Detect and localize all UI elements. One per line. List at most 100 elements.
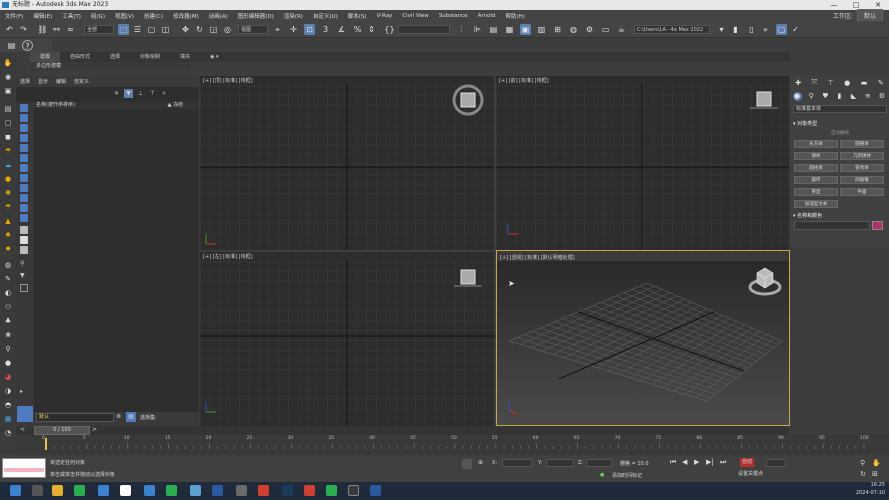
menu-edit[interactable]: 编辑(E) [28,12,57,20]
menu-rendering[interactable]: 渲染(R) [279,12,308,20]
menu-animation[interactable]: 动画(A) [204,12,233,20]
modify-tab-icon[interactable]: ⤧ [812,78,818,87]
app-ps-icon[interactable] [282,485,293,496]
menu-substance[interactable]: Substance [434,13,473,19]
walk-icon[interactable]: ⚲ [3,344,13,354]
overflow-icon[interactable]: » [760,24,771,35]
app-pdf-icon[interactable] [304,485,315,496]
ref-coord-dropdown[interactable]: 视图 [238,25,268,34]
spinner-snap-icon[interactable]: ⇕ [366,24,377,35]
gear-orange-icon[interactable]: ✺ [3,188,13,198]
layer-explorer-icon[interactable]: ▤ [488,24,499,35]
named-selection-dropdown[interactable] [398,25,450,34]
time-tag-icon[interactable]: ● [600,472,604,478]
menu-vray[interactable]: V-Ray [372,13,398,19]
isolate-icon[interactable] [462,459,472,469]
pan-icon[interactable]: ✋ [872,459,881,467]
box-button[interactable]: 长方体 [794,140,838,148]
prev-key-icon[interactable]: ◀ [682,458,687,466]
start-icon[interactable] [10,485,21,496]
scene-column-header[interactable]: 名称(按升序排序) ▲ 冻结 [34,102,199,109]
tab-freeform[interactable]: 自由形式 [60,52,100,62]
clock-date[interactable]: 2024-07-10 [856,490,885,496]
viewport-top[interactable]: [+] [顶] [标准] [线框] [200,76,494,250]
autogrid-checkbox[interactable]: 自动栅格 [793,130,887,136]
app-blue-icon[interactable] [144,485,155,496]
tube-button[interactable]: 管状体 [840,164,884,172]
viewport-left[interactable]: [+] [左] [标准] [线框] [200,252,494,426]
ribbon-options-icon[interactable]: ◉ ▾ [200,52,228,62]
maximize-viewport-icon[interactable]: ⊞ [872,470,878,478]
camera-icon[interactable]: ▣ [3,86,13,96]
expand-arrow-icon[interactable]: ▸ [20,388,23,395]
pivot-icon[interactable]: ⌖ [272,24,283,35]
current-frame-marker[interactable] [45,438,47,450]
selection-filter-dropdown[interactable]: 全部 [84,25,114,34]
lock-selection-icon[interactable]: ⊕ [478,459,483,466]
select-by-name-icon[interactable]: ☰ [132,24,143,35]
menu-arnold[interactable]: Arnold [473,13,501,19]
keyboard-shortcut-icon[interactable]: ⊡ [304,24,315,35]
sign-in-icon[interactable]: ▢ [776,24,787,35]
bind-spacewarp-icon[interactable]: ≈ [65,24,76,35]
plane-button[interactable]: 平面 [840,188,884,196]
filter-helpers-icon[interactable] [20,144,28,152]
check-icon[interactable]: ✓ [790,24,801,35]
light-icon[interactable]: ☂ [3,146,13,156]
filter-hidden-icon[interactable] [20,214,28,222]
viewport-front[interactable]: [+] [前] [标准] [线框] [496,76,789,250]
region-select-icon[interactable]: ▢ [146,24,157,35]
menu-civil-view[interactable]: Civil View [397,13,433,19]
filter-spacewarps-icon[interactable] [20,154,28,162]
grid-blue-icon[interactable]: ▦ [3,414,13,424]
globe-icon[interactable]: ◍ [3,260,13,270]
cloud-icon[interactable]: ☁ [3,160,13,170]
filter-shapes-icon[interactable] [20,114,28,122]
cube-icon[interactable]: ◼ [3,132,13,142]
tab-modeling[interactable]: 建模 [30,52,61,62]
browser-icon[interactable] [98,485,109,496]
explorer-folder-icon[interactable]: ▮ [730,24,741,35]
primitive-type-dropdown[interactable]: 标准基本体 [793,105,887,113]
filter-geometry-icon[interactable] [20,104,28,112]
layer-dropdown[interactable]: 默认 [36,413,114,422]
frame-slider[interactable]: 0 / 100 < > [16,426,789,435]
viewcube-persp[interactable] [747,265,783,297]
funnel-icon[interactable]: ⚲ [20,260,28,268]
filter-containers-icon[interactable] [20,194,28,202]
mirror-icon[interactable]: ⫶ [456,24,467,35]
shell-icon[interactable]: ◐ [3,288,13,298]
render-production-icon[interactable]: ☕ [616,24,627,35]
teapot-button[interactable]: 茶壶 [794,188,838,196]
window-crossing-icon[interactable]: ◫ [160,24,171,35]
tree-icon[interactable]: ♣ [3,316,13,326]
helpers-icon[interactable]: ◣ [849,92,858,101]
object-color-swatch[interactable] [872,221,883,230]
percent-snap-icon[interactable]: % [352,24,363,35]
menu-tools[interactable]: 工具(T) [57,12,86,20]
col-name[interactable]: 名称(按升序排序) [36,102,75,108]
scale-icon[interactable]: ◲ [208,24,219,35]
prev-frame-icon[interactable]: < [20,426,25,433]
viewcube-top[interactable] [452,84,484,116]
orbit-icon[interactable]: ↻ [860,470,866,478]
hierarchy-tab-icon[interactable]: ⊤ [828,79,834,87]
omni-icon[interactable]: ✹ [3,230,13,240]
motion-tab-icon[interactable]: ● [844,79,850,87]
app-gray-icon[interactable] [236,485,247,496]
app-excel-icon[interactable] [326,485,337,496]
lights-icon[interactable]: ♥ [821,92,830,101]
filter-bones-icon[interactable] [20,184,28,192]
filter-xrefs-icon[interactable] [20,174,28,182]
material-editor-icon[interactable]: ◍ [568,24,579,35]
play-icon[interactable]: ▶ [694,458,699,466]
cone-button[interactable]: 圆锥体 [840,140,884,148]
set-key-button[interactable]: 设置关键点 [738,470,763,477]
time-ruler[interactable]: 0 5 10 15 20 25 30 35 40 45 50 55 60 65 70 75 80 85 90 95 10… [16,435,889,455]
object-type-rollout[interactable]: ▾ 对象类型 [793,120,887,127]
cameras-icon[interactable]: ▮ [835,92,844,101]
zoom-icon[interactable]: ⚲ [860,459,865,467]
app-lightblue-icon[interactable] [190,485,201,496]
viewport-perspective[interactable]: [+] [透视] [标准] [默认明暗处理] ➤ [496,250,790,426]
shapes-icon[interactable]: ⚲ [807,92,816,101]
